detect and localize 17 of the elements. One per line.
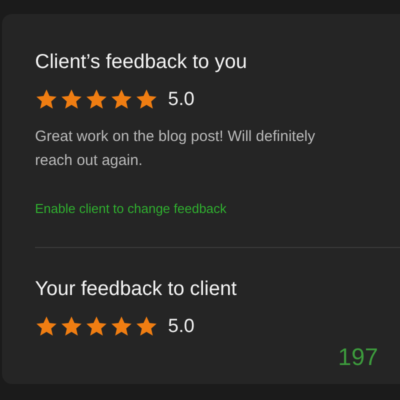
rating-value: 5.0: [168, 88, 194, 110]
star-icon: [110, 315, 133, 338]
enable-change-link[interactable]: Enable client to change feedback: [35, 201, 227, 216]
star-icon: [35, 315, 58, 338]
counter: 197: [338, 344, 378, 372]
rating-value: 5.0: [168, 316, 194, 338]
star-icon: [85, 315, 108, 338]
section-title: Your feedback to client: [35, 277, 238, 301]
feedback-comment: Great work on the blog post! Will definitely reach out again.: [35, 127, 316, 171]
star-icon: [60, 315, 83, 338]
section-title: Client’s feedback to you: [35, 50, 248, 74]
star-icon: [110, 88, 133, 111]
star-icon: [60, 88, 83, 111]
star-icon: [135, 88, 158, 111]
star-icon: [35, 88, 58, 111]
star-icon: [135, 315, 158, 338]
star-icon: [85, 88, 108, 111]
